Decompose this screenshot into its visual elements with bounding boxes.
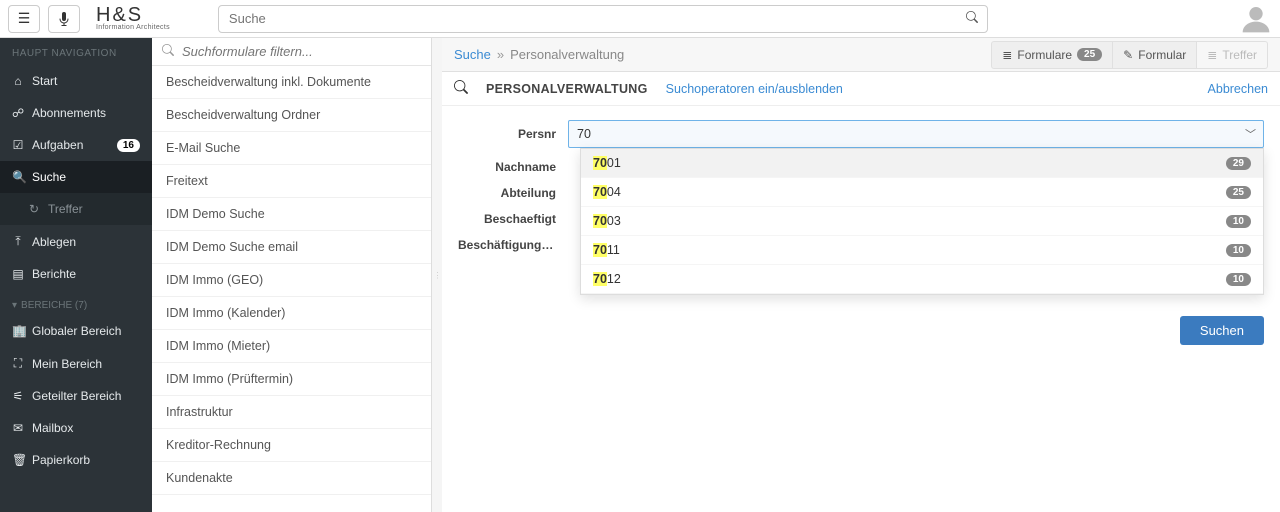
edit-icon: ✎: [1123, 48, 1133, 62]
toolbar-formulare[interactable]: ≣Formulare25: [991, 41, 1113, 69]
sidebar-item-mailbox[interactable]: ✉Mailbox: [0, 412, 152, 444]
list-icon: ≣: [1207, 48, 1217, 62]
form-list-item[interactable]: Bescheidverwaltung inkl. Dokumente: [152, 66, 431, 99]
form-list-item[interactable]: IDM Immo (Mieter): [152, 330, 431, 363]
logo: H&S Information Architects: [96, 6, 170, 31]
sidebar-item-suche[interactable]: 🔍Suche: [0, 161, 152, 193]
count-badge: 10: [1226, 215, 1251, 228]
toolbar-formular[interactable]: ✎Formular: [1113, 41, 1197, 69]
breadcrumb-sep: »: [497, 47, 504, 62]
sidebar-item-geteilter-bereich[interactable]: ⚟Geteilter Bereich: [0, 380, 152, 412]
form-list-item[interactable]: IDM Immo (Kalender): [152, 297, 431, 330]
form-list-filter: [152, 38, 431, 66]
form-list-item[interactable]: Kundenakte: [152, 462, 431, 495]
count-badge: 10: [1226, 273, 1251, 286]
form-list-item[interactable]: IDM Immo (Prüftermin): [152, 363, 431, 396]
form-list-item[interactable]: Freitext: [152, 165, 431, 198]
search-button[interactable]: Suchen: [1180, 316, 1264, 345]
sidebar-item-papierkorb[interactable]: 🗑Papierkorb: [0, 444, 152, 476]
count-badge: 29: [1226, 157, 1251, 170]
form-title: Personalverwaltung: [486, 82, 648, 96]
sidebar-item-start[interactable]: ⌂Start: [0, 65, 152, 97]
cancel-link[interactable]: Abbrechen: [1208, 82, 1268, 96]
breadcrumb-suche[interactable]: Suche: [454, 47, 491, 62]
building-icon: 🏢: [12, 324, 24, 338]
count-badge: 10: [1226, 244, 1251, 257]
form-list-item[interactable]: IDM Immo (GEO): [152, 264, 431, 297]
operators-toggle-link[interactable]: Suchoperatoren ein/ausblenden: [666, 82, 843, 96]
persnr-autocomplete-dropdown: 700129700425700310701110701210: [580, 148, 1264, 295]
hamburger-button[interactable]: ☰: [8, 5, 40, 33]
form-list-item[interactable]: E-Mail Suche: [152, 132, 431, 165]
label-beschaeftigt: Beschaeftigt: [458, 212, 568, 226]
logo-subtitle: Information Architects: [96, 24, 170, 31]
form-list-item[interactable]: IDM Demo Suche email: [152, 231, 431, 264]
label-beschaeftigung: Beschäftigung__...: [458, 238, 568, 252]
search-icon: 🔍: [12, 170, 24, 184]
check-icon: ☑: [12, 138, 24, 152]
form-list-item[interactable]: IDM Demo Suche: [152, 198, 431, 231]
main-panel: Suche » Personalverwaltung ≣Formulare25 …: [442, 38, 1280, 512]
form-list-item[interactable]: Kreditor-Rechnung: [152, 429, 431, 462]
search-icon: [162, 44, 174, 59]
home-icon: ⌂: [12, 74, 24, 88]
book-icon: ▤: [12, 267, 24, 281]
search-icon[interactable]: [957, 11, 987, 26]
logo-text: H&S: [96, 6, 143, 24]
aufgaben-badge: 16: [117, 139, 140, 152]
persnr-input[interactable]: [568, 120, 1264, 148]
maximize-icon: ⛶: [12, 356, 24, 371]
sidebar-item-globaler-bereich[interactable]: 🏢Globaler Bereich: [0, 315, 152, 347]
toolbar-treffer[interactable]: ≣Treffer: [1197, 41, 1268, 69]
label-persnr: Persnr: [458, 127, 568, 141]
mic-button[interactable]: [48, 5, 80, 33]
autocomplete-item[interactable]: 700425: [581, 178, 1263, 207]
topbar: ☰ H&S Information Architects: [0, 0, 1280, 38]
share-icon: ⚟: [12, 389, 24, 403]
sidebar: Haupt Navigation ⌂Start ☍Abonnements ☑Au…: [0, 38, 152, 512]
caret-icon: ▾: [12, 300, 17, 311]
form-list-panel: Bescheidverwaltung inkl. DokumenteBesche…: [152, 38, 432, 512]
splitter[interactable]: ⋮: [432, 38, 442, 512]
sidebar-section-main: Haupt Navigation: [0, 38, 152, 65]
count-badge: 25: [1226, 186, 1251, 199]
sidebar-item-mein-bereich[interactable]: ⛶Mein Bereich: [0, 347, 152, 380]
form-list-item[interactable]: Infrastruktur: [152, 396, 431, 429]
search-icon: [454, 80, 468, 97]
form-filter-input[interactable]: [182, 44, 421, 59]
autocomplete-item[interactable]: 700129: [581, 149, 1263, 178]
sidebar-item-ablegen[interactable]: ⤒Ablegen: [0, 225, 152, 258]
redo-icon: ↻: [28, 202, 40, 216]
form-list[interactable]: Bescheidverwaltung inkl. DokumenteBesche…: [152, 66, 431, 512]
sidebar-item-berichte[interactable]: ▤Berichte: [0, 258, 152, 290]
sidebar-item-treffer[interactable]: ↻Treffer: [0, 193, 152, 225]
form-body: Persnr ﹀ 700129700425700310701110701210 …: [442, 106, 1280, 278]
trash-icon: 🗑: [12, 453, 24, 467]
user-avatar-icon[interactable]: [1240, 3, 1272, 35]
autocomplete-item[interactable]: 700310: [581, 207, 1263, 236]
formulare-badge: 25: [1077, 48, 1102, 61]
sidebar-section-bereiche[interactable]: ▾Bereiche (7): [0, 290, 152, 315]
global-search-input[interactable]: [219, 11, 957, 26]
label-nachname: Nachname: [458, 160, 568, 174]
upload-icon: ⤒: [12, 234, 24, 249]
rss-icon: ☍: [12, 106, 24, 120]
autocomplete-item[interactable]: 701210: [581, 265, 1263, 294]
label-abteilung: Abteilung: [458, 186, 568, 200]
global-search[interactable]: [218, 5, 988, 33]
sidebar-item-abonnements[interactable]: ☍Abonnements: [0, 97, 152, 129]
form-header: Personalverwaltung Suchoperatoren ein/au…: [442, 72, 1280, 106]
list-icon: ≣: [1002, 48, 1012, 62]
sidebar-item-aufgaben[interactable]: ☑Aufgaben16: [0, 129, 152, 161]
autocomplete-item[interactable]: 701110: [581, 236, 1263, 265]
mail-icon: ✉: [12, 421, 24, 435]
breadcrumb-bar: Suche » Personalverwaltung ≣Formulare25 …: [442, 38, 1280, 72]
form-list-item[interactable]: Bescheidverwaltung Ordner: [152, 99, 431, 132]
breadcrumb-current: Personalverwaltung: [510, 47, 624, 62]
